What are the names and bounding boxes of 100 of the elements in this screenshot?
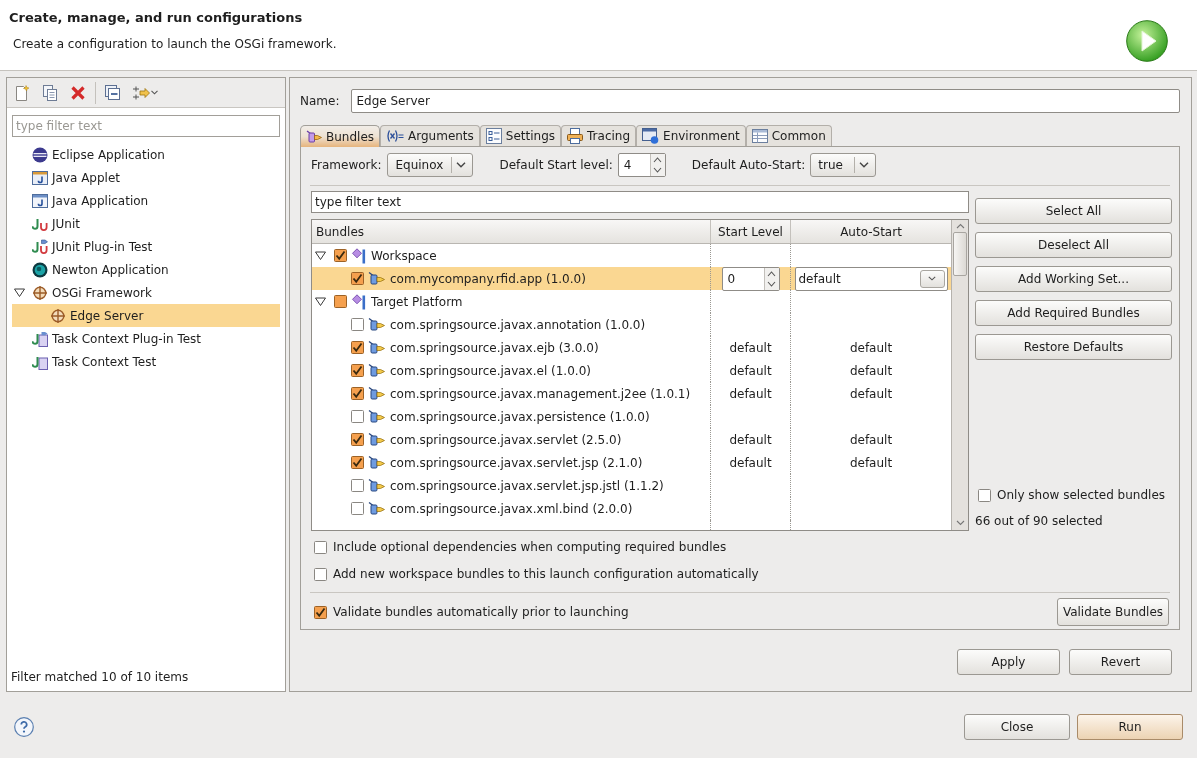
help-icon[interactable] <box>14 717 34 737</box>
selection-count: 66 out of 90 selected <box>975 513 1103 530</box>
tree-item[interactable]: Newton Application <box>12 258 280 281</box>
checkbox[interactable] <box>351 456 364 469</box>
new-page-icon[interactable] <box>14 84 30 101</box>
start-level-field[interactable]: 0 <box>721 266 780 291</box>
validate-button[interactable]: Validate Bundles <box>1057 598 1169 626</box>
expander-icon[interactable] <box>13 287 25 298</box>
start-level-cell-text: default <box>729 431 772 449</box>
scroll-down-icon[interactable] <box>955 520 965 526</box>
expander-icon[interactable] <box>314 250 326 261</box>
plug-icon <box>368 500 386 517</box>
table-row[interactable]: Target Platform <box>312 290 951 313</box>
plug-icon <box>368 270 386 287</box>
checkbox[interactable] <box>314 605 327 619</box>
diamond-bar-icon <box>351 247 367 264</box>
action-button[interactable]: Revert <box>1069 649 1172 675</box>
tree-item[interactable]: Task Context Plug-in Test <box>12 327 280 350</box>
copy-icon[interactable] <box>42 84 58 101</box>
dialog-message: Create a configuration to launch the OSGi framework. <box>13 36 337 52</box>
variable-icon <box>386 129 405 143</box>
checkbox[interactable] <box>351 479 364 492</box>
table-row[interactable]: com.springsource.javax.servlet.jsp (2.1.0) default default <box>312 451 951 474</box>
start-level-field[interactable]: 4 <box>617 153 666 177</box>
tree-item[interactable]: JUnit Plug-in Test <box>12 235 280 258</box>
printer-icon <box>567 128 584 144</box>
tree-item[interactable]: Java Applet <box>12 166 280 189</box>
plug-icon <box>368 477 386 494</box>
expander-icon[interactable] <box>314 296 326 307</box>
checkbox[interactable] <box>351 502 364 515</box>
checkbox[interactable] <box>334 249 347 262</box>
plug-icon <box>306 128 322 145</box>
plug-icon <box>368 385 386 402</box>
tree-item[interactable]: JUnit <box>12 212 280 235</box>
filter-field[interactable]: type filter text <box>311 191 969 213</box>
table-row[interactable]: com.springsource.javax.servlet.jsp.jstl (1.1.2) <box>312 474 951 497</box>
checkbox[interactable] <box>314 540 327 554</box>
table-row[interactable]: com.springsource.javax.servlet (2.5.0) default default <box>312 428 951 451</box>
table-row[interactable]: com.springsource.javax.annotation (1.0.0) <box>312 313 951 336</box>
checkbox-label: Include optional dependencies when computing required bundles <box>333 539 727 556</box>
tab[interactable]: Tracing <box>561 125 637 146</box>
checkbox[interactable] <box>351 364 364 377</box>
checkbox[interactable] <box>351 410 364 423</box>
auto-start-dropdown[interactable]: default <box>794 266 948 291</box>
dialog-button[interactable]: Run <box>1077 714 1183 740</box>
filter-icon[interactable] <box>132 84 150 101</box>
action-button[interactable]: Deselect All <box>975 232 1172 258</box>
action-button[interactable]: Add Working Set... <box>975 266 1172 292</box>
action-button[interactable]: Apply <box>957 649 1060 675</box>
table-row[interactable]: com.springsource.javax.el (1.0.0) default default <box>312 359 951 382</box>
field-label: Name: <box>300 93 340 110</box>
dialog-button[interactable]: Close <box>964 714 1070 740</box>
tab[interactable]: Arguments <box>380 125 480 146</box>
bundle-name: com.springsource.javax.el (1.0.0) <box>390 362 591 380</box>
field-label: Framework: <box>311 157 382 174</box>
table-row[interactable]: com.springsource.javax.ejb (3.0.0) default default <box>312 336 951 359</box>
start-level-cell-text: default <box>729 339 772 357</box>
window-icon <box>642 128 660 144</box>
bundle-name: com.springsource.javax.servlet.jsp.jstl (1.1.2) <box>390 477 664 495</box>
checkbox[interactable] <box>351 318 364 331</box>
scrollbar-thumb[interactable] <box>953 232 967 276</box>
checkbox[interactable] <box>334 295 347 308</box>
tab[interactable]: Settings <box>479 125 562 146</box>
caret-icon[interactable] <box>151 90 158 95</box>
checkbox[interactable] <box>351 433 364 446</box>
auto-start-dropdown[interactable]: true <box>810 153 877 177</box>
checkbox[interactable] <box>978 488 991 502</box>
name-field[interactable]: Edge Server <box>351 89 1180 113</box>
tab[interactable]: Environment <box>636 125 746 146</box>
action-button[interactable]: Restore Defaults <box>975 334 1172 360</box>
tab[interactable]: Bundles <box>300 125 381 147</box>
diamond-bar-icon <box>351 293 367 310</box>
checkbox[interactable] <box>351 341 364 354</box>
scroll-up-icon[interactable] <box>955 223 965 229</box>
tab[interactable]: Common <box>745 125 832 146</box>
tree-item[interactable]: Eclipse Application <box>12 143 280 166</box>
action-button[interactable]: Add Required Bundles <box>975 300 1172 326</box>
filter-field[interactable]: type filter text <box>12 115 280 137</box>
tree-item[interactable]: Java Application <box>12 189 280 212</box>
table-row[interactable]: com.springsource.javax.management.j2ee (1.0.1) default default <box>312 382 951 405</box>
table-row[interactable]: com.springsource.javax.persistence (1.0.0) <box>312 405 951 428</box>
table-row[interactable]: com.mycompany.rfid.app (1.0.0) 0 default <box>312 267 951 290</box>
column-header: Bundles <box>315 223 366 241</box>
collapse-icon[interactable] <box>105 84 121 101</box>
tree-item[interactable]: Edge Server <box>12 304 280 327</box>
action-button[interactable]: Select All <box>975 198 1172 224</box>
tree-item[interactable]: OSGi Framework <box>12 281 280 304</box>
delete-icon[interactable] <box>70 84 86 101</box>
checkbox[interactable] <box>351 272 364 285</box>
start-level-cell-text: default <box>729 385 772 403</box>
checkbox[interactable] <box>314 567 327 581</box>
tree-item[interactable]: Task Context Test <box>12 350 280 373</box>
table-icon <box>751 129 768 143</box>
table-row[interactable]: com.springsource.javax.xml.bind (2.0.0) <box>312 497 951 520</box>
chevron-down-icon <box>456 162 467 168</box>
checkbox[interactable] <box>351 387 364 400</box>
auto-start-cell-text: default <box>849 362 893 380</box>
plug-icon <box>368 316 386 333</box>
framework-dropdown[interactable]: Equinox <box>387 153 474 177</box>
bundle-name: com.springsource.javax.servlet (2.5.0) <box>390 431 622 449</box>
